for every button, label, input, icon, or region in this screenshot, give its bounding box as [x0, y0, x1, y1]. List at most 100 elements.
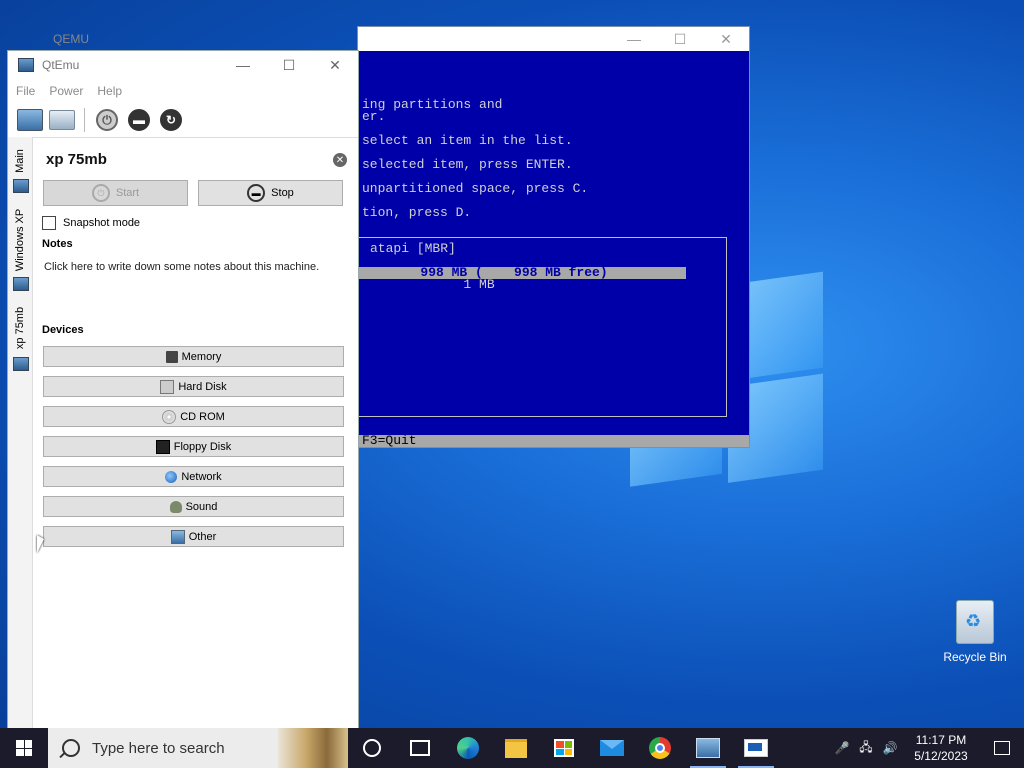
qtemu-window[interactable]: QtEmu — ☐ ✕ File Power Help ⏻ ▬ ↻ Main W… — [8, 51, 358, 728]
microphone-icon[interactable]: 🎤 — [830, 728, 854, 768]
tab-windows-xp[interactable]: Windows XP — [10, 205, 30, 275]
clock-time: 11:17 PM — [915, 733, 967, 747]
task-view-button[interactable] — [396, 728, 444, 768]
taskbar-clock[interactable]: 11:17 PM 5/12/2023 — [902, 732, 980, 764]
snapshot-mode-row[interactable]: Snapshot mode — [42, 216, 140, 230]
menu-power[interactable]: Power — [49, 84, 83, 98]
vm-text-line: unpartitioned space, press C. — [362, 181, 589, 196]
menu-file[interactable]: File — [16, 84, 35, 98]
vm-text-line: er. — [362, 109, 386, 124]
tab-main-icon — [10, 179, 30, 193]
qtemu-app-icon — [18, 58, 34, 72]
search-highlight-image — [278, 728, 348, 768]
vm-name-title: xp 75mb — [46, 151, 107, 168]
notes-text-area[interactable]: Click here to write down some notes abou… — [44, 261, 319, 273]
tab-windows-xp-icon — [10, 277, 30, 291]
power-icon: ⏻ — [96, 109, 118, 131]
new-machine-button[interactable] — [16, 106, 44, 134]
maximize-icon[interactable]: ☐ — [266, 51, 312, 79]
start-button[interactable]: ⏻ Start — [43, 180, 188, 206]
sound-card-icon — [169, 500, 182, 513]
qtemu-titlebar[interactable]: QtEmu — ☐ ✕ — [8, 51, 358, 79]
stop-button[interactable]: ▬ Stop — [198, 180, 343, 206]
chrome-icon — [649, 737, 671, 759]
vm-text-line: tion, press D. — [362, 205, 472, 220]
task-view-icon — [410, 740, 430, 756]
hard-disk-icon — [160, 379, 175, 394]
windows-start-icon — [16, 740, 32, 756]
recycle-bin-desktop-icon[interactable]: Recycle Bin — [940, 600, 1010, 664]
clock-date: 5/12/2023 — [914, 749, 968, 763]
menu-help[interactable]: Help — [97, 84, 122, 98]
disk-label: atapi [MBR] — [370, 241, 456, 256]
memory-button[interactable]: Memory — [43, 346, 344, 367]
mail-taskbar-button[interactable] — [588, 728, 636, 768]
mail-icon — [600, 740, 624, 756]
qemu-vm-screen[interactable]: ing partitions and er. select an item in… — [348, 51, 749, 447]
cd-rom-button[interactable]: CD ROM — [43, 406, 344, 427]
qemu-titlebar[interactable]: QEMU — ☐ ✕ — [53, 27, 749, 51]
stop-icon: ▬ — [247, 184, 266, 202]
vm-status-line: F3=Quit — [358, 434, 749, 447]
snapshot-mode-checkbox[interactable] — [42, 216, 56, 230]
hard-disk-button[interactable]: Hard Disk — [43, 376, 344, 397]
maximize-icon[interactable]: ☐ — [657, 27, 703, 51]
volume-icon[interactable]: 🔊 — [878, 728, 902, 768]
cd-icon — [162, 409, 177, 424]
recycle-bin-label: Recycle Bin — [943, 650, 1007, 664]
network-icon[interactable]: 🖧 — [854, 728, 878, 768]
start-button[interactable] — [0, 728, 48, 768]
edge-taskbar-button[interactable] — [444, 728, 492, 768]
restart-icon: ↻ — [160, 109, 182, 131]
close-icon[interactable]: ✕ — [703, 27, 749, 51]
cortana-icon — [363, 739, 381, 757]
toolbar-separator — [84, 108, 85, 132]
open-machine-button[interactable] — [48, 106, 76, 134]
toolbar: ⏻ ▬ ↻ — [8, 103, 358, 138]
notification-icon — [994, 741, 1010, 755]
file-explorer-taskbar-button[interactable] — [492, 728, 540, 768]
qtemu-icon — [696, 738, 720, 758]
other-button[interactable]: Other — [43, 526, 344, 547]
tab-xp-75mb-icon — [10, 357, 30, 371]
store-taskbar-button[interactable] — [540, 728, 588, 768]
stop-toolbar-button[interactable]: ▬ — [125, 106, 153, 134]
mouse-cursor — [37, 535, 44, 553]
network-button[interactable]: Network — [43, 466, 344, 487]
globe-icon — [165, 470, 178, 483]
memory-icon — [165, 350, 178, 363]
qtemu-window-title: QtEmu — [42, 58, 80, 72]
close-tab-icon[interactable]: ✕ — [333, 153, 347, 167]
side-tab-bar: Main Windows XP xp 75mb — [8, 137, 33, 728]
stop-icon: ▬ — [128, 109, 150, 131]
recycle-bin-icon — [956, 600, 994, 644]
minimize-icon[interactable]: — — [611, 27, 657, 51]
cortana-button[interactable] — [348, 728, 396, 768]
chrome-taskbar-button[interactable] — [636, 728, 684, 768]
taskbar-search-box[interactable]: Type here to search — [48, 728, 348, 768]
action-center-button[interactable] — [980, 728, 1024, 768]
qemu-window-title: QEMU — [53, 32, 89, 46]
close-icon[interactable]: ✕ — [312, 51, 358, 79]
qemu-icon — [744, 739, 768, 757]
snapshot-mode-label: Snapshot mode — [63, 217, 141, 229]
taskbar: Type here to search 🎤 🖧 🔊 11:17 PM 5/12/… — [0, 728, 1024, 768]
tab-xp-75mb[interactable]: xp 75mb — [10, 303, 30, 353]
drive-icon — [49, 110, 75, 130]
search-icon — [62, 739, 80, 757]
search-placeholder: Type here to search — [92, 739, 225, 757]
system-tray: 🎤 🖧 🔊 11:17 PM 5/12/2023 — [830, 728, 1024, 768]
start-toolbar-button[interactable]: ⏻ — [93, 106, 121, 134]
qemu-window[interactable]: QEMU — ☐ ✕ ing partitions and er. select… — [53, 27, 749, 447]
floppy-disk-button[interactable]: Floppy Disk — [43, 436, 344, 457]
vm-text-line: selected item, press ENTER. — [362, 157, 573, 172]
unpartitioned-row: 1 MB — [362, 277, 495, 292]
qemu-taskbar-button[interactable] — [732, 728, 780, 768]
devices-heading: Devices — [42, 324, 84, 336]
tab-main[interactable]: Main — [10, 141, 30, 181]
qtemu-taskbar-button[interactable] — [684, 728, 732, 768]
minimize-icon[interactable]: — — [220, 51, 266, 79]
menu-bar: File Power Help — [8, 79, 358, 103]
restart-toolbar-button[interactable]: ↻ — [157, 106, 185, 134]
sound-button[interactable]: Sound — [43, 496, 344, 517]
